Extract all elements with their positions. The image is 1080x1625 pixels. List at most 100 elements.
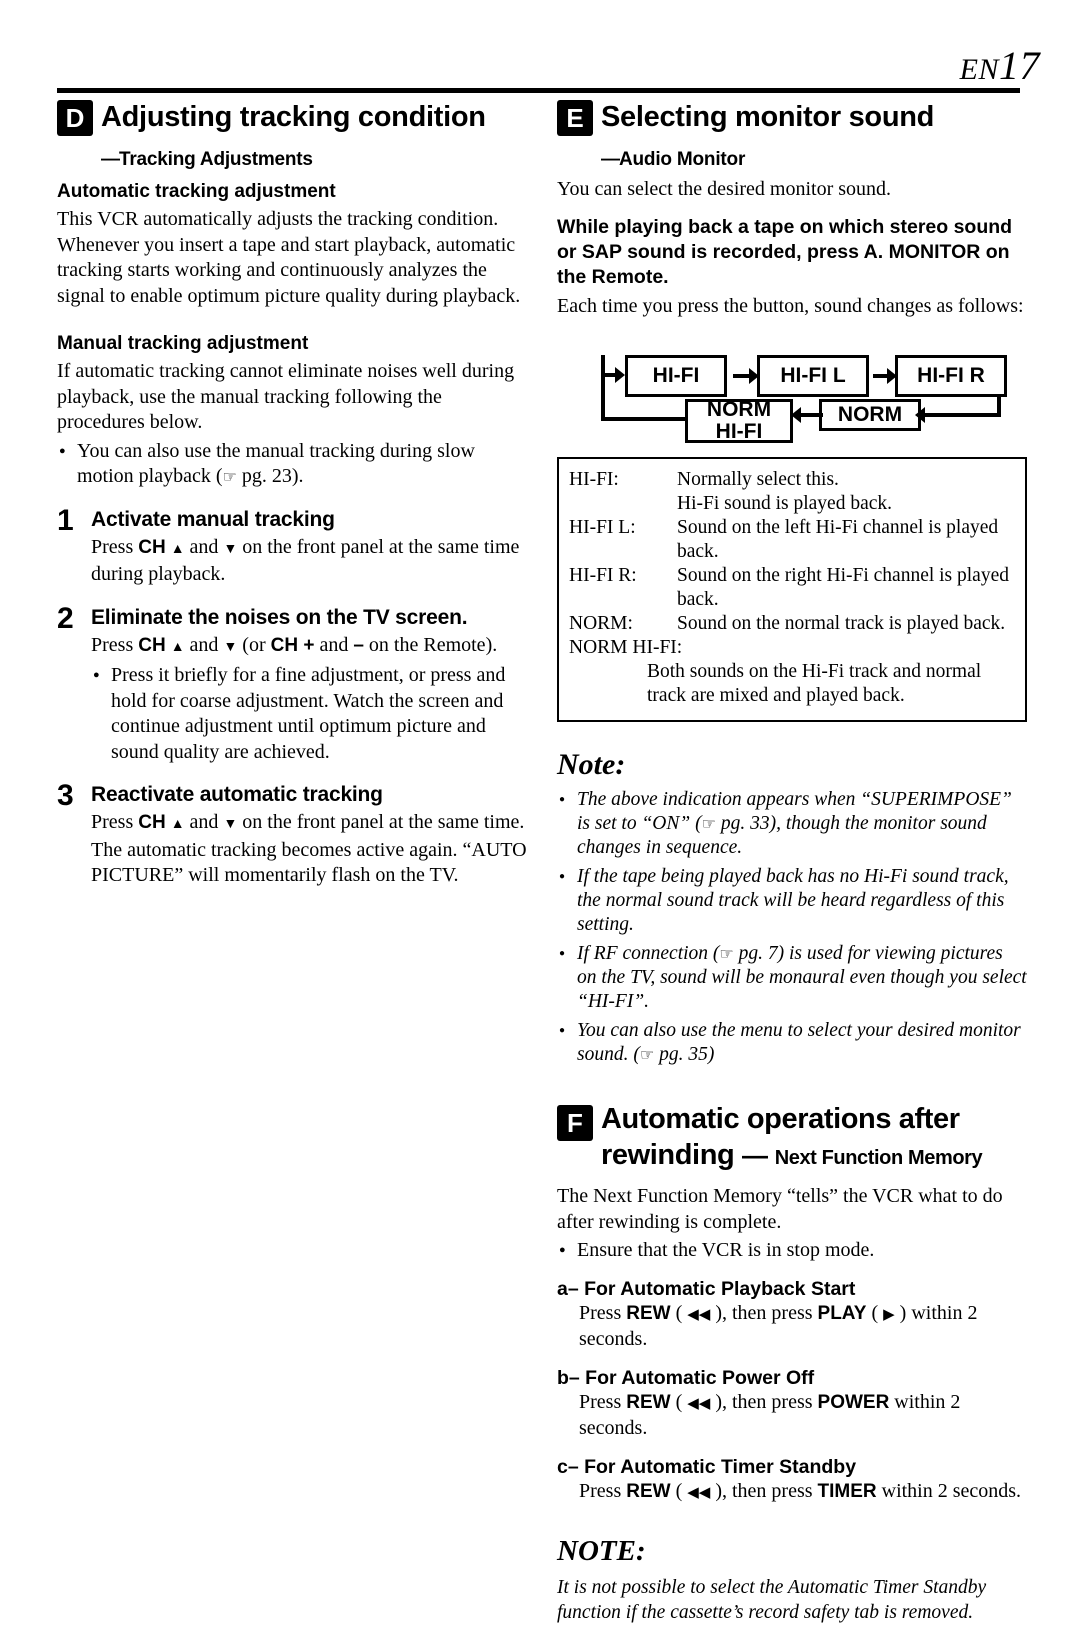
section-d-subtitle-text: Tracking Adjustments xyxy=(119,149,313,170)
flow-box-hifi-r: HI-FI R xyxy=(895,355,1007,397)
section-e-body-2: Each time you press the button, sound ch… xyxy=(557,294,1024,317)
note-heading: Note: xyxy=(557,748,626,781)
table-cell-value: Sound on the left Hi-Fi channel is playe… xyxy=(677,517,999,562)
item-a-label: a– For Automatic Playback Start xyxy=(557,1277,856,1300)
pointer-icon: ☞ xyxy=(222,467,237,486)
flow-arrow-2-icon xyxy=(887,368,897,384)
table-cell-label: NORM: xyxy=(569,613,633,634)
item-c-body: Press REW ( ◀◀ ), then press TIMER withi… xyxy=(579,1479,1022,1502)
flow-box-hifi: HI-FI xyxy=(625,355,727,397)
table-row: NORM: Sound on the normal track is played… xyxy=(569,612,1015,636)
item-a-body: Press REW ( ◀◀ ), then press PLAY ( ▶ ) … xyxy=(579,1301,978,1351)
section-e-subtitle: —Audio Monitor xyxy=(601,149,746,170)
left-column: D Adjusting tracking condition —Tracking … xyxy=(57,100,527,889)
item-b-body: Press REW ( ◀◀ ), then press POWER withi… xyxy=(579,1390,961,1440)
manual-tracking-subhead: Manual tracking adjustment xyxy=(57,333,309,354)
rewind-icon: ◀◀ xyxy=(687,1304,711,1323)
step-3-body: Press CH ▲ and ▼ on the front panel at t… xyxy=(91,811,527,886)
table-cell-label: HI-FI: xyxy=(569,469,619,490)
section-d-title: Adjusting tracking condition xyxy=(101,101,486,133)
flow-box-norm-hifi-line1: NORM xyxy=(706,397,772,421)
manual-tracking-bullet: You can also use the manual tracking dur… xyxy=(57,439,527,490)
flow-arrow-4-icon xyxy=(791,407,801,423)
section-f-header: F Automatic operations after rewinding —… xyxy=(557,1101,1027,1176)
step-3-title: Reactivate automatic tracking xyxy=(91,783,383,806)
table-cell-value: Sound on the normal track is played back… xyxy=(677,613,1006,634)
flow-arrow-5-icon xyxy=(615,367,625,383)
step-1-number: 1 xyxy=(57,503,74,537)
note-item: If the tape being played back has no Hi-… xyxy=(557,865,1027,937)
header-rule xyxy=(57,88,1020,93)
step-2-bullet: Press it briefly for a fine adjustment, … xyxy=(91,663,527,765)
step-2-body: Press CH ▲ and ▼ (or CH + and – on the R… xyxy=(91,633,498,656)
audio-monitor-flow-diagram: HI-FI HI-FI L HI-FI R NORM HI-FI NORM xyxy=(557,335,1027,443)
page-number-prefix: EN xyxy=(959,53,999,86)
step-3: 3 Reactivate automatic tracking Press CH… xyxy=(57,779,527,889)
flow-arrow-3-icon xyxy=(915,407,925,423)
table-cell-value: Sound on the right Hi-Fi channel is play… xyxy=(677,565,1009,610)
section-e-bold-para: While playing back a tape on which stere… xyxy=(557,215,1013,288)
table-row: HI-FI L: Sound on the left Hi-Fi channel … xyxy=(569,516,1015,564)
table-cell-value: Hi-Fi sound is played back. xyxy=(677,493,893,514)
manual-page: EN17 D Adjusting tracking condition —Trac… xyxy=(0,0,1080,1623)
flow-line-7 xyxy=(601,417,687,421)
section-f-title-line2: rewinding — Next Function Memory xyxy=(601,1139,983,1171)
note-uppercase-heading: NOTE: xyxy=(557,1535,646,1567)
table-row: Hi-Fi sound is played back. xyxy=(569,492,1015,516)
flow-line-6 xyxy=(601,355,605,421)
note-item: If RF connection (☞ pg. 7) is used for v… xyxy=(557,942,1027,1014)
step-2: 2 Eliminate the noises on the TV screen.… xyxy=(57,602,527,766)
rewind-icon: ◀◀ xyxy=(687,1482,711,1501)
table-row: HI-FI: Normally select this. xyxy=(569,468,1015,492)
flow-line-5 xyxy=(801,413,823,417)
step-3-number: 3 xyxy=(57,779,74,812)
step-2-title: Eliminate the noises on the TV screen. xyxy=(91,605,468,629)
table-row: HI-FI R: Sound on the right Hi-Fi channel… xyxy=(569,564,1015,612)
pointer-icon: ☞ xyxy=(701,814,716,833)
section-f-bullet: Ensure that the VCR is in stop mode. xyxy=(557,1238,1027,1264)
section-d-header: D Adjusting tracking condition xyxy=(57,100,527,146)
manual-tracking-body: If automatic tracking cannot eliminate n… xyxy=(57,360,515,433)
table-cell-label: NORM HI-FI: xyxy=(569,637,683,658)
pointer-icon: ☞ xyxy=(639,1045,655,1064)
flow-line-4 xyxy=(925,413,1001,417)
section-f-title-word: rewinding xyxy=(601,1139,735,1171)
item-b-label: b– For Automatic Power Off xyxy=(557,1366,815,1389)
page-number-value: 17 xyxy=(999,43,1040,88)
flow-box-hifi-l: HI-FI L xyxy=(757,355,869,397)
flow-arrow-1-icon xyxy=(749,368,759,384)
step-1: 1 Activate manual tracking Press CH ▲ an… xyxy=(57,504,527,588)
table-row: Both sounds on the Hi-Fi track and norma… xyxy=(569,660,1015,708)
section-e-badge: E xyxy=(557,100,593,136)
section-e-title: Selecting monitor sound xyxy=(601,101,935,133)
right-column: E Selecting monitor sound —Audio Monitor … xyxy=(557,100,1027,1625)
section-d-badge: D xyxy=(57,100,93,136)
flow-box-norm-hifi: NORM HI-FI xyxy=(685,397,793,443)
step-2-number: 2 xyxy=(57,601,74,635)
step-1-title: Activate manual tracking xyxy=(91,507,335,531)
auto-tracking-subhead: Automatic tracking adjustment xyxy=(57,181,336,202)
page-number: EN17 xyxy=(960,42,1040,89)
play-icon: ▶ xyxy=(883,1304,895,1323)
table-row: NORM HI-FI: xyxy=(569,636,1015,660)
section-f-badge: F xyxy=(557,1105,593,1141)
flow-box-norm: NORM xyxy=(819,399,921,431)
flow-box-norm-hifi-line2: HI-FI xyxy=(715,420,763,443)
note-item: The above indication appears when “SUPER… xyxy=(557,788,1027,860)
table-cell-label: HI-FI L: xyxy=(569,517,636,538)
note-uppercase-body: It is not possible to select the Automat… xyxy=(557,1577,987,1623)
section-f-body: The Next Function Memory “tells” the VCR… xyxy=(557,1185,1003,1233)
step-1-body: Press CH ▲ and ▼ on the front panel at t… xyxy=(91,535,520,586)
table-cell-value: Normally select this. xyxy=(677,469,839,490)
rewind-icon: ◀◀ xyxy=(687,1393,711,1412)
auto-tracking-body: This VCR automatically adjusts the track… xyxy=(57,208,521,307)
section-e-header: E Selecting monitor sound xyxy=(557,100,1027,146)
section-d-subtitle: —Tracking Adjustments xyxy=(101,149,313,170)
table-cell-label: HI-FI R: xyxy=(569,565,637,586)
audio-monitor-table: HI-FI: Normally select this. Hi-Fi sound … xyxy=(557,457,1027,722)
item-c-label: c– For Automatic Timer Standby xyxy=(557,1455,857,1478)
section-f-title-line1: Automatic operations after xyxy=(601,1103,960,1135)
note-item: You can also use the menu to select your… xyxy=(557,1019,1027,1067)
section-e-body-1: You can select the desired monitor sound… xyxy=(557,178,892,200)
pointer-icon: ☞ xyxy=(719,944,734,963)
